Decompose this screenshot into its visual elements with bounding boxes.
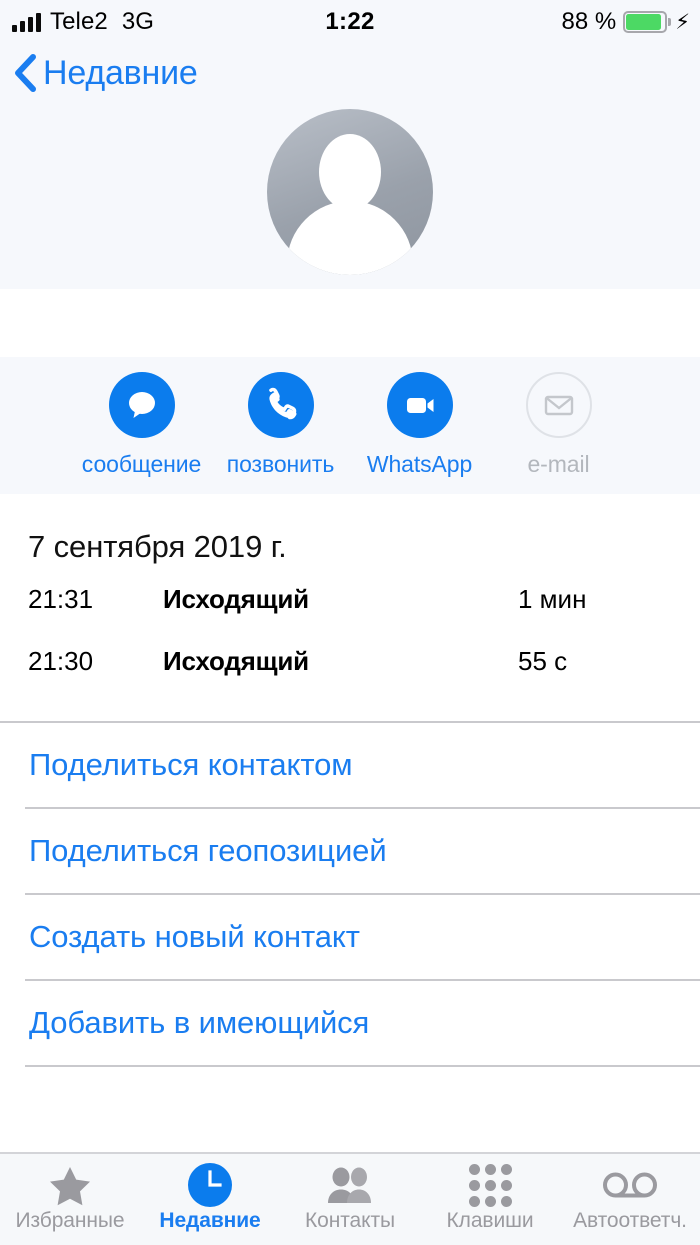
tab-contacts[interactable]: Контакты — [280, 1154, 420, 1245]
call-action-label: позвонить — [226, 451, 335, 477]
call-time: 21:31 — [28, 583, 94, 614]
tab-voicemail[interactable]: Автоответч. — [560, 1154, 700, 1245]
person-placeholder-avatar[interactable] — [267, 109, 433, 275]
status-bar: Tele2 3G 1:22 88 % ⚡ — [0, 0, 700, 44]
clock-icon — [188, 1163, 232, 1207]
create-new-contact-button[interactable]: Создать новый контакт — [0, 895, 700, 979]
contact-name — [0, 289, 700, 357]
lightning-bolt-icon: ⚡ — [675, 10, 690, 34]
call-history-date: 7 сентября 2019 г. — [28, 529, 287, 564]
call-type: Исходящий — [163, 583, 309, 614]
video-camera-icon — [386, 372, 453, 438]
chevron-left-icon — [14, 54, 36, 92]
tab-keypad[interactable]: Клавиши — [420, 1154, 560, 1245]
email-action-label: e-mail — [527, 451, 590, 477]
contact-header: сообщение позвонить WhatsApp e-mail — [0, 102, 700, 494]
star-icon — [48, 1163, 92, 1207]
tab-contacts-label: Контакты — [305, 1209, 395, 1232]
contact-details-screen: Tele2 3G 1:22 88 % ⚡ Недавние сообщение … — [0, 0, 700, 1245]
keypad-icon — [468, 1163, 512, 1207]
tab-recents[interactable]: Недавние — [140, 1154, 280, 1245]
message-action-label: сообщение — [81, 451, 202, 477]
tab-keypad-label: Клавиши — [446, 1209, 534, 1232]
call-duration: 55 с — [518, 645, 568, 676]
email-action-button: e-mail — [489, 372, 628, 478]
tab-voicemail-label: Автоответч. — [573, 1209, 687, 1232]
back-button-label: Недавние — [43, 53, 198, 92]
tab-bar: Избранные Недавние Контакты Клавиши Авто… — [0, 1152, 700, 1245]
call-history-section: 7 сентября 2019 г. 21:31 Исходящий 1 мин… — [0, 494, 700, 1067]
share-contact-button[interactable]: Поделиться контактом — [0, 723, 700, 807]
table-row[interactable]: 21:31 Исходящий 1 мин — [0, 571, 700, 627]
tab-favorites-label: Избранные — [15, 1209, 125, 1232]
add-to-existing-contact-button[interactable]: Добавить в имеющийся — [0, 981, 700, 1065]
avatar-container — [0, 102, 700, 275]
navigation-bar: Недавние — [0, 44, 700, 102]
back-button[interactable]: Недавние — [0, 54, 198, 93]
status-bar-right: 88 % ⚡ — [562, 0, 690, 44]
divider — [25, 1065, 700, 1067]
envelope-icon — [525, 372, 592, 438]
contact-action-buttons: сообщение позвонить WhatsApp e-mail — [0, 357, 700, 494]
call-type: Исходящий — [163, 645, 309, 676]
call-time: 21:30 — [28, 645, 94, 676]
contact-actions-list: Поделиться контактом Поделиться геопозиц… — [0, 723, 700, 1067]
message-action-button[interactable]: сообщение — [72, 372, 211, 478]
whatsapp-action-label: WhatsApp — [366, 451, 473, 477]
phone-handset-icon — [247, 372, 314, 438]
tab-favorites[interactable]: Избранные — [0, 1154, 140, 1245]
voicemail-icon — [602, 1163, 658, 1207]
call-action-button[interactable]: позвонить — [211, 372, 350, 478]
battery-icon — [623, 11, 672, 33]
battery-percent-label: 88 % — [561, 8, 617, 35]
tab-recents-label: Недавние — [159, 1209, 261, 1232]
call-duration: 1 мин — [518, 583, 587, 614]
share-location-button[interactable]: Поделиться геопозицией — [0, 809, 700, 893]
people-icon — [325, 1163, 375, 1207]
whatsapp-action-button[interactable]: WhatsApp — [350, 372, 489, 478]
contact-name-band — [0, 289, 700, 357]
table-row[interactable]: 21:30 Исходящий 55 с — [0, 633, 700, 689]
message-bubble-icon — [108, 372, 175, 438]
